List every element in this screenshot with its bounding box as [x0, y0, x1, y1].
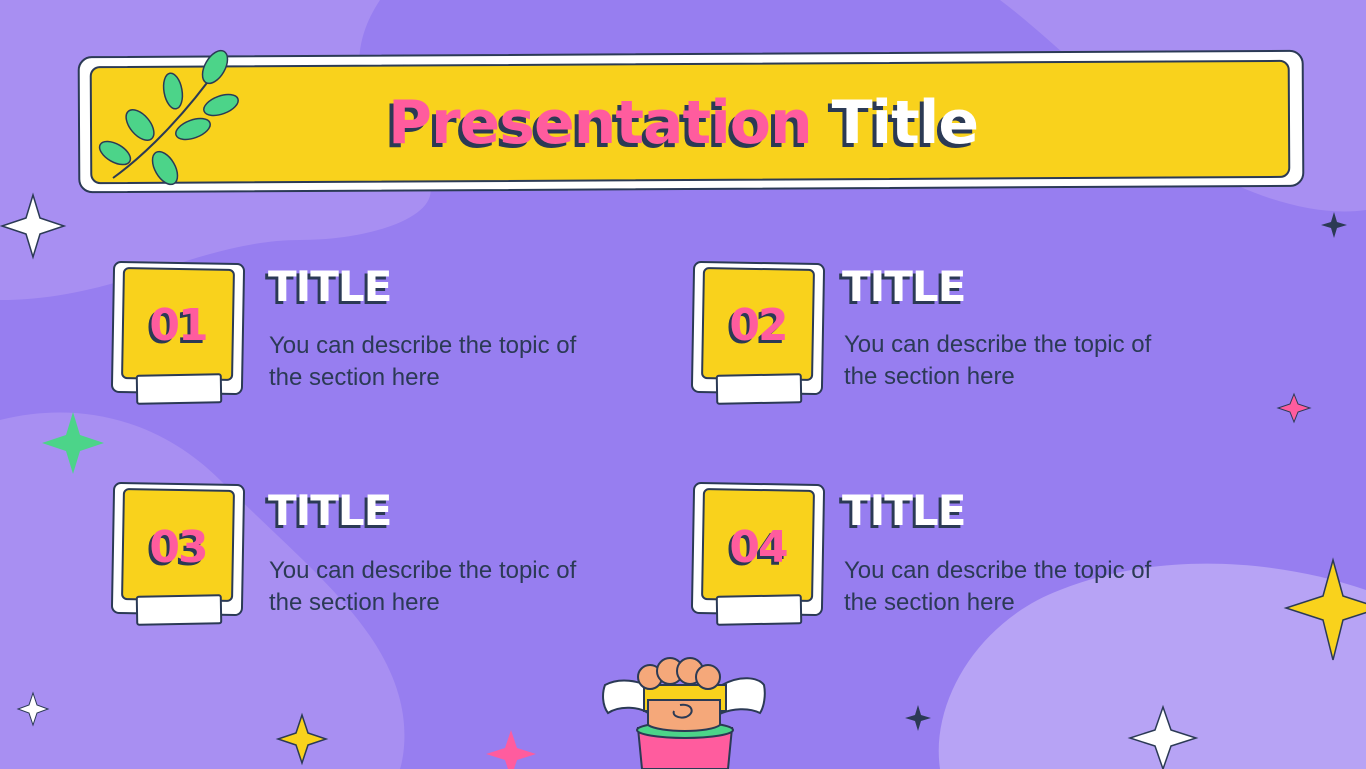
item-number: 03	[149, 522, 208, 573]
item-description: You can describe the topic of the sectio…	[269, 332, 577, 391]
tape	[715, 594, 803, 626]
item-description: You can describe the topic of the sectio…	[844, 331, 1152, 390]
tape	[135, 594, 223, 626]
item-description: You can describe the topic of the sectio…	[269, 557, 577, 616]
title-part-2: Title	[831, 88, 979, 158]
item-number: 01	[149, 300, 208, 351]
item-number: 02	[729, 300, 788, 351]
item-description: You can describe the topic of the sectio…	[844, 557, 1152, 616]
sparkle-icon	[905, 705, 931, 731]
sparkle-icon	[486, 730, 536, 769]
tape	[715, 373, 803, 405]
item-title: TITLE	[268, 486, 392, 535]
tape	[135, 373, 223, 405]
item-title: TITLE	[842, 486, 966, 535]
sparkle-icon	[1276, 392, 1312, 424]
slide: Presentation Title 01 TITLE You can desc…	[0, 0, 1366, 769]
sparkle-icon	[1321, 212, 1347, 238]
presentation-title: Presentation Title	[0, 88, 1366, 158]
hand-diploma-icon	[602, 657, 766, 769]
title-part-1: Presentation	[387, 88, 813, 158]
item-title: TITLE	[842, 262, 966, 311]
item-title: TITLE	[268, 262, 392, 311]
item-number: 04	[729, 522, 788, 573]
